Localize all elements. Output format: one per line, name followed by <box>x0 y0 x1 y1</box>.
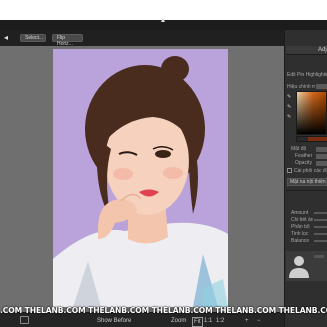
slider-label-distribution: Phân bổ <box>291 224 310 230</box>
slider-balance[interactable] <box>314 240 327 242</box>
photo-preview[interactable] <box>53 49 228 307</box>
zoom-out-icon[interactable]: − <box>257 317 261 325</box>
brush-tool-icon-3[interactable]: ✎ <box>287 114 295 120</box>
person-icon <box>289 255 324 278</box>
zoom-in-icon[interactable]: + <box>245 317 249 325</box>
zoom-label: Zoom <box>171 318 187 324</box>
brush-tool-icon-1[interactable]: ✎ <box>287 94 295 100</box>
show-before-button[interactable]: Show Before <box>97 317 131 325</box>
back-arrow-icon[interactable]: ◂ <box>4 33 14 43</box>
portrait-illustration <box>53 49 228 307</box>
slider-amount[interactable] <box>314 212 327 214</box>
flip-button[interactable]: Flip Horiz... <box>52 34 83 47</box>
feather-value[interactable] <box>316 154 327 159</box>
slider-label-amount: Amount <box>291 210 309 216</box>
slider-label-detail: Chi tiết ảnh <box>291 217 313 223</box>
slider-label-refine: Tinh lọc <box>291 231 309 237</box>
slider-refine[interactable] <box>314 233 327 235</box>
select-button[interactable]: Select... <box>20 34 46 42</box>
panel-divider <box>286 190 327 191</box>
color-mode-select[interactable] <box>316 84 327 89</box>
zoom-fit-option[interactable]: Fit <box>192 317 203 327</box>
panel-item-1: Edit Pin Highlighting <box>287 72 327 78</box>
slider-label-balance: Balance <box>291 238 310 244</box>
selected-color-swatch[interactable] <box>308 137 327 141</box>
face-preset-box[interactable] <box>286 251 327 281</box>
collapse-caret-icon[interactable]: ▲ <box>158 17 168 25</box>
feather-label: Feather <box>295 153 313 159</box>
opacity-value[interactable] <box>316 161 327 166</box>
apply-checkbox[interactable] <box>287 168 292 173</box>
color-picker-gradient[interactable] <box>296 91 327 135</box>
slider-detail[interactable] <box>314 219 327 221</box>
density-value[interactable] <box>316 147 327 152</box>
density-label: Mật độ <box>291 146 307 152</box>
zoom-1-1-option[interactable]: 1:1 <box>204 317 212 325</box>
zoom-1-2-option[interactable]: 1:2 <box>216 317 224 325</box>
panel-title: Adj <box>318 47 327 53</box>
view-mode-icon[interactable] <box>20 316 29 324</box>
invert-mask-button[interactable]: Mặt na nội thiện... <box>287 178 327 186</box>
apply-label: Cài phối các điều chỉnh <box>294 168 327 174</box>
slider-distribution[interactable] <box>314 226 327 228</box>
opacity-label: Opacity <box>295 160 312 166</box>
panel-item-2: Hiệu chỉnh màu <box>287 84 315 90</box>
brush-tool-icon-2[interactable]: ✎ <box>287 104 295 110</box>
watermark-text: .COM THELANB.COM THELANB.COM THELANB.COM… <box>0 306 327 315</box>
